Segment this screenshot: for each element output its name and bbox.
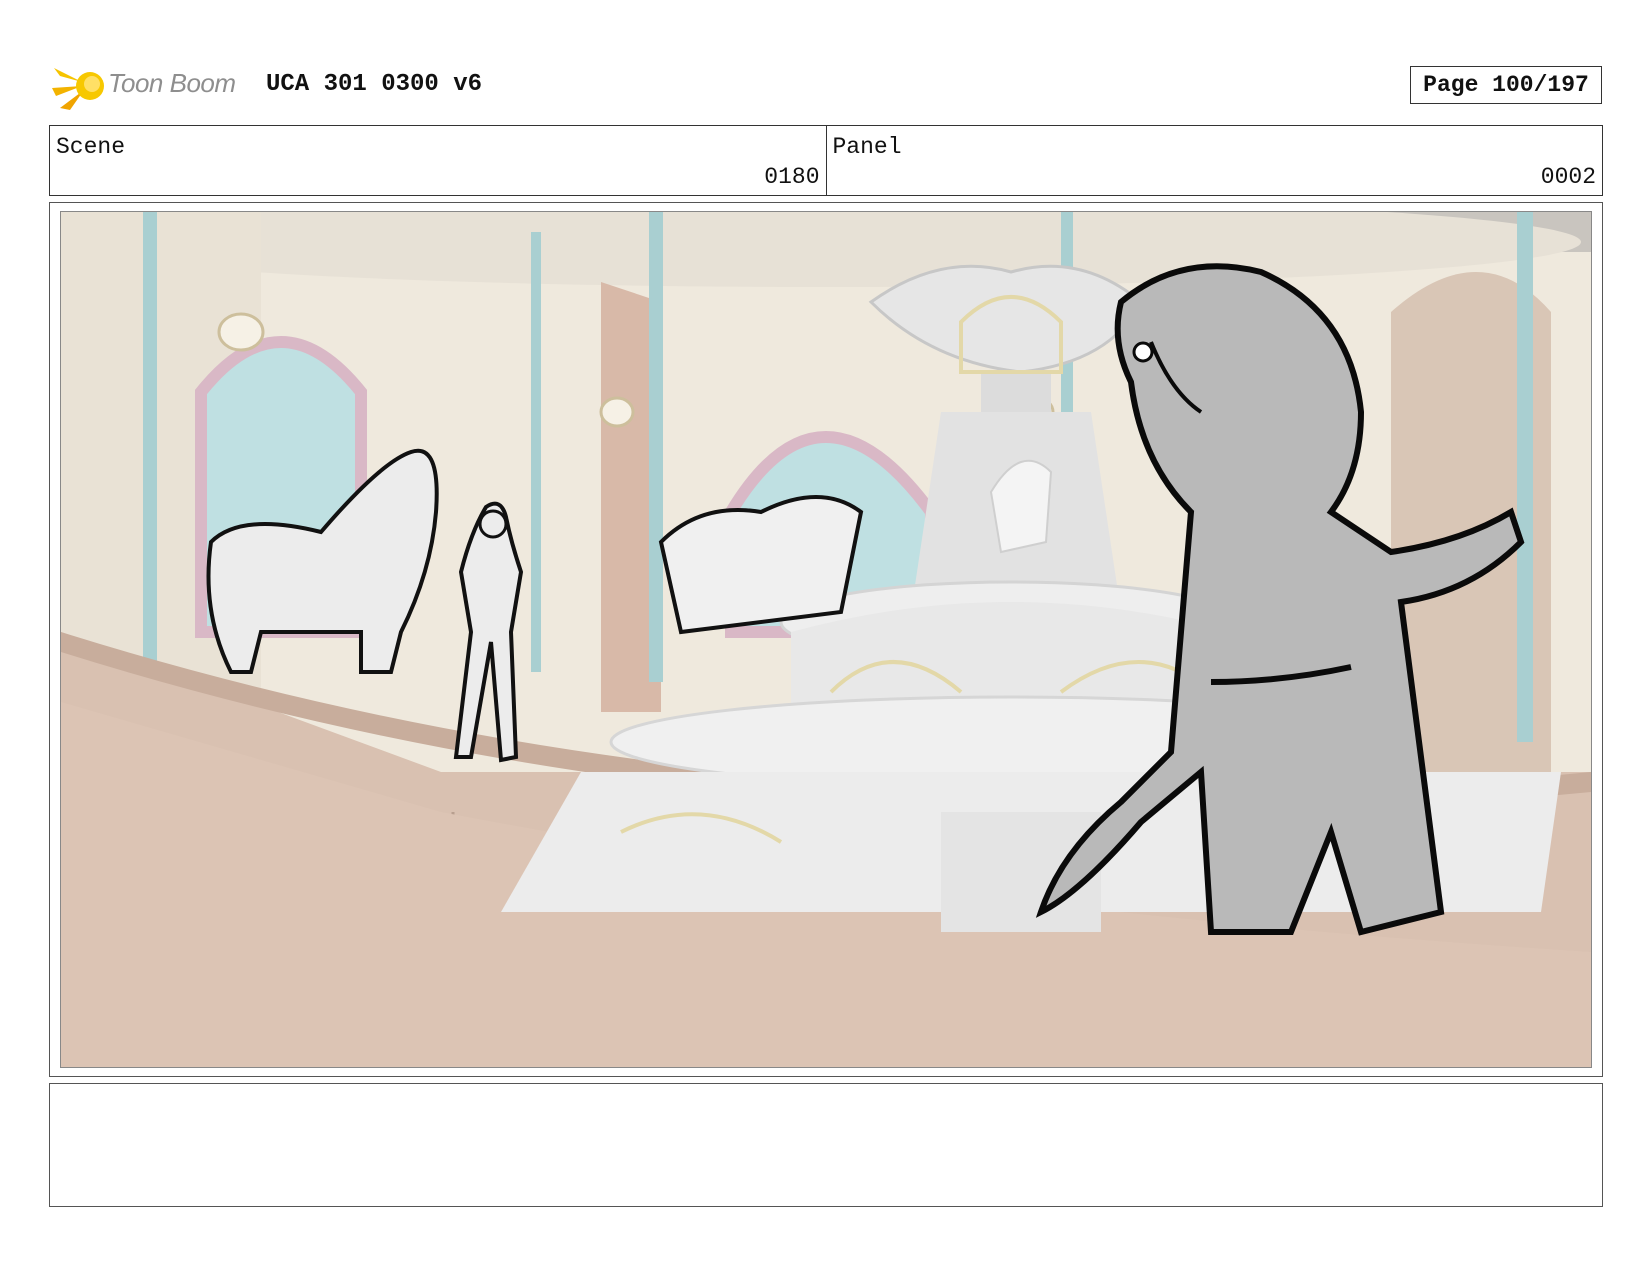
storyboard-panel-image <box>60 211 1592 1068</box>
toon-boom-logo: Toon Boom <box>52 58 252 114</box>
page-indicator: Page 100/197 <box>1410 66 1602 104</box>
panel-cell: Panel 0002 <box>825 126 1603 195</box>
logo-wordmark: Toon Boom <box>108 68 236 98</box>
scene-label: Scene <box>56 134 126 160</box>
scene-cell: Scene 0180 <box>50 126 826 195</box>
storyboard-drawing <box>61 212 1591 1067</box>
document-title: UCA 301 0300 v6 <box>266 71 483 98</box>
panel-label: Panel <box>832 134 902 160</box>
panel-number: 0002 <box>1540 164 1596 190</box>
sun-burst-icon <box>52 68 104 110</box>
scene-number: 0180 <box>764 164 820 190</box>
scene-panel-info: Scene 0180 Panel 0002 <box>49 125 1603 196</box>
panel-notes-box <box>49 1083 1603 1207</box>
